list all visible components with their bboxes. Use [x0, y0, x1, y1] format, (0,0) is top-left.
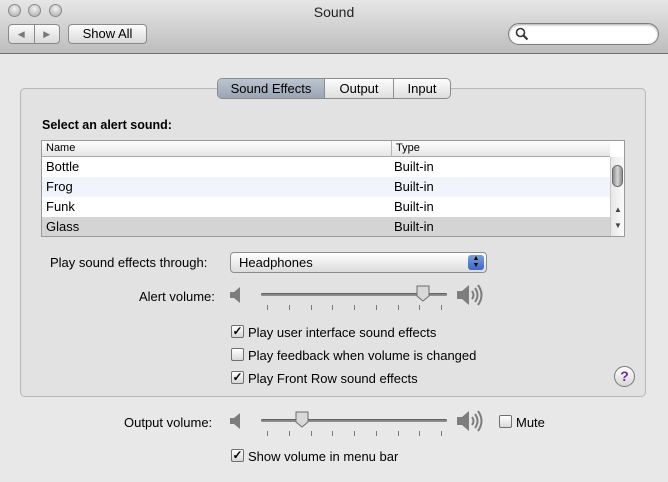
alert-sound-heading: Select an alert sound:: [42, 118, 172, 132]
back-forward-control: ◀ ▶: [8, 24, 60, 44]
show-volume-menu-bar-label: Show volume in menu bar: [248, 449, 399, 464]
front-row-effects-checkbox[interactable]: ✓: [231, 371, 244, 384]
forward-button[interactable]: ▶: [33, 25, 60, 43]
alert-volume-tick: [354, 305, 355, 310]
volume-feedback-checkbox[interactable]: [231, 348, 244, 361]
tab-input[interactable]: Input: [393, 79, 450, 98]
search-field[interactable]: [508, 23, 659, 45]
back-button[interactable]: ◀: [9, 25, 34, 43]
show-all-button[interactable]: Show All: [68, 24, 147, 44]
speaker-low-icon: [230, 413, 240, 429]
sound-effects-device-popup[interactable]: Headphones ▲ ▼: [230, 252, 487, 273]
scroll-up-icon[interactable]: ▲: [614, 205, 622, 214]
table-row[interactable]: Bottle Built-in: [42, 157, 610, 177]
tab-output[interactable]: Output: [324, 79, 393, 98]
alert-volume-tick: [267, 305, 268, 310]
output-volume-tick: [419, 431, 421, 436]
ui-sound-effects-checkbox[interactable]: ✓: [231, 325, 244, 338]
column-header-name[interactable]: Name: [46, 142, 75, 154]
volume-feedback-label: Play feedback when volume is changed: [248, 348, 477, 363]
alert-volume-label: Alert volume:: [139, 289, 215, 304]
mute-checkbox[interactable]: [499, 415, 512, 428]
alert-volume-tick: [375, 305, 377, 310]
front-row-effects-label: Play Front Row sound effects: [248, 371, 418, 386]
search-icon: [515, 27, 529, 41]
ui-sound-effects-label: Play user interface sound effects: [248, 325, 437, 340]
alert-sound-table: Name Type Bottle Built-in Frog Built-in …: [41, 140, 625, 237]
alert-name: Bottle: [46, 159, 80, 174]
sound-effects-through-label: Play sound effects through:: [50, 255, 208, 270]
scrollbar-thumb[interactable]: [612, 165, 623, 187]
alert-name: Funk: [46, 199, 75, 214]
popup-value: Headphones: [239, 255, 313, 270]
alert-name: Glass: [46, 219, 80, 234]
table-row-selected[interactable]: Glass Built-in: [42, 217, 610, 236]
output-volume-tick: [397, 431, 399, 436]
alert-type: Built-in: [394, 179, 434, 194]
alert-volume-tick: [441, 305, 442, 310]
speaker-low-icon: [230, 287, 240, 303]
table-row[interactable]: Funk Built-in: [42, 197, 610, 217]
alert-volume-tick: [419, 305, 421, 310]
output-volume-track[interactable]: [261, 419, 447, 422]
output-volume-tick: [332, 431, 334, 436]
output-volume-tick: [288, 431, 290, 436]
output-volume-slider-knob[interactable]: [295, 411, 309, 428]
alert-volume-tick: [310, 305, 312, 310]
popup-arrows-icon: ▲ ▼: [468, 255, 484, 270]
alert-volume-tick: [332, 305, 334, 310]
window-toolbar: Sound ◀ ▶ Show All: [0, 0, 668, 54]
output-volume-tick: [375, 431, 377, 436]
output-volume-label: Output volume:: [124, 415, 213, 430]
alert-type: Built-in: [394, 219, 434, 234]
output-volume-tick: [310, 431, 312, 436]
alert-type: Built-in: [394, 159, 434, 174]
speaker-high-icon: [457, 284, 483, 306]
tab-sound-effects[interactable]: Sound Effects: [218, 79, 324, 98]
alert-volume-tick: [397, 305, 399, 310]
show-volume-menu-bar-checkbox[interactable]: ✓: [231, 449, 244, 462]
alert-type: Built-in: [394, 199, 434, 214]
column-header-type[interactable]: Type: [396, 142, 420, 154]
speaker-high-icon: [457, 410, 483, 432]
mute-label: Mute: [516, 415, 545, 430]
table-row[interactable]: Frog Built-in: [42, 177, 610, 197]
window-title: Sound: [313, 4, 355, 20]
preference-tabs: Sound Effects Output Input: [217, 78, 451, 99]
output-volume-tick: [354, 431, 355, 436]
alert-volume-tick: [288, 305, 290, 310]
alert-name: Frog: [46, 179, 73, 194]
table-scrollbar[interactable]: ▲ ▼: [610, 157, 624, 236]
help-button[interactable]: ?: [614, 366, 635, 387]
table-header: Name Type: [42, 141, 610, 157]
scroll-down-icon[interactable]: ▼: [614, 221, 622, 230]
alert-volume-slider-knob[interactable]: [416, 285, 430, 302]
output-volume-tick: [267, 431, 268, 436]
output-volume-tick: [441, 431, 442, 436]
